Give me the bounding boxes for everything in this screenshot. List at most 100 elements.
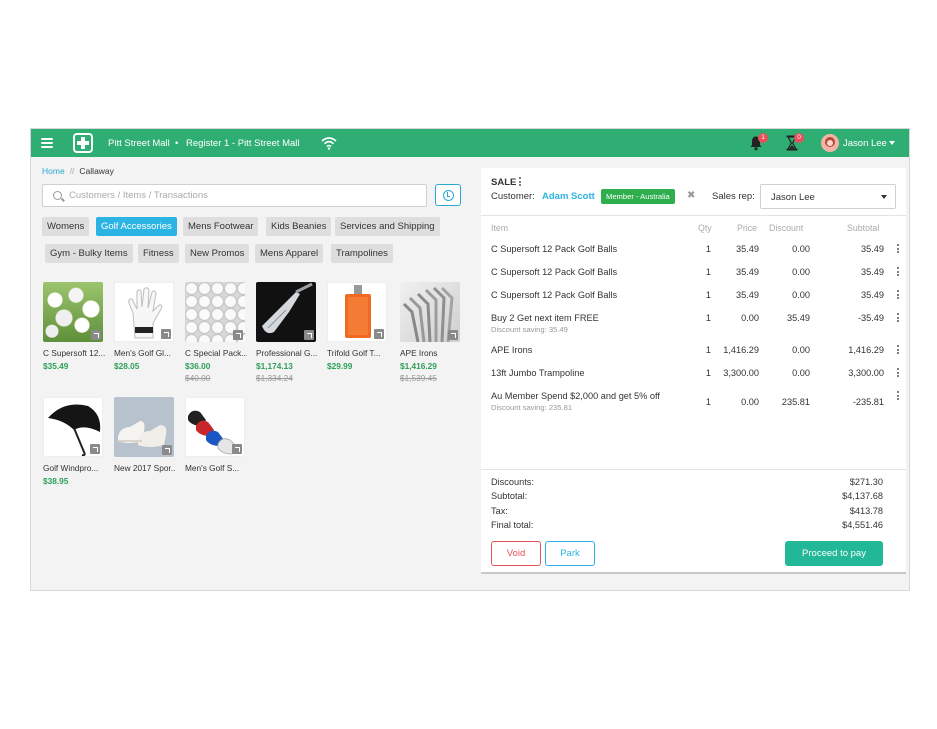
category-golf-accessories[interactable]: Golf Accessories xyxy=(96,217,177,236)
line-item-qty[interactable]: 1 xyxy=(677,313,711,323)
expand-icon[interactable] xyxy=(91,330,101,340)
column-header-price: Price xyxy=(737,223,758,233)
category-new-promos[interactable]: New Promos xyxy=(185,244,250,263)
line-item-name: C Supersoft 12 Pack Golf Balls xyxy=(491,244,618,254)
avatar[interactable] xyxy=(821,134,839,152)
product-old-price: $40.00 xyxy=(185,373,211,383)
line-item-price[interactable]: 0.00 xyxy=(717,397,759,407)
category-womens[interactable]: Womens xyxy=(42,217,90,236)
line-more-icon[interactable] xyxy=(897,313,900,324)
line-item-price[interactable]: 35.49 xyxy=(717,244,759,254)
product-card[interactable]: Golf Windpro... $38.95 xyxy=(43,397,105,486)
void-button[interactable]: Void xyxy=(491,541,541,566)
proceed-to-pay-button[interactable]: Proceed to pay xyxy=(785,541,883,566)
line-item-qty[interactable]: 1 xyxy=(677,397,711,407)
line-item-qty[interactable]: 1 xyxy=(677,290,711,300)
category-gym-bulky-items[interactable]: Gym - Bulky Items xyxy=(45,244,133,263)
breadcrumb-separator: // xyxy=(69,166,75,176)
store-name[interactable]: Pitt Street Mall xyxy=(108,138,170,149)
expand-icon[interactable] xyxy=(374,329,384,339)
expand-icon[interactable] xyxy=(161,329,171,339)
line-item-subtotal: -235.81 xyxy=(852,397,884,407)
divider xyxy=(481,215,906,216)
chevron-down-icon[interactable] xyxy=(889,141,895,145)
category-mens-apparel[interactable]: Mens Apparel xyxy=(255,244,324,263)
history-button[interactable] xyxy=(435,184,461,206)
totals-subtotal: Subtotal: $4,137.68 xyxy=(491,491,883,501)
product-image-golf-towel xyxy=(327,282,387,342)
line-more-icon[interactable] xyxy=(897,345,900,356)
line-item-price[interactable]: 35.49 xyxy=(717,290,759,300)
line-item-name-block: Buy 2 Get next item FREE Discount saving… xyxy=(491,313,671,335)
line-item-discount[interactable]: 235.81 xyxy=(766,397,810,407)
line-item-qty[interactable]: 1 xyxy=(677,267,711,277)
sale-panel: SALE Customer: Adam Scott Member - Austr… xyxy=(481,168,906,574)
customer-label: Customer: xyxy=(491,191,535,202)
product-card[interactable]: New 2017 Spor... xyxy=(114,397,176,473)
expand-icon[interactable] xyxy=(233,330,243,340)
line-item-name: C Supersoft 12 Pack Golf Balls xyxy=(491,267,618,277)
line-item-discount[interactable]: 35.49 xyxy=(766,313,810,323)
expand-icon[interactable] xyxy=(304,330,314,340)
register-name[interactable]: Register 1 - Pitt Street Mall xyxy=(186,138,300,149)
product-card[interactable]: APE Irons $1,416.29 $1,539.45 xyxy=(400,282,462,383)
line-item-name-block: Au Member Spend $2,000 and get 5% off Di… xyxy=(491,391,666,413)
customer-name[interactable]: Adam Scott xyxy=(542,191,595,202)
line-item-discount[interactable]: 0.00 xyxy=(766,345,810,355)
line-item-qty[interactable]: 1 xyxy=(677,368,711,378)
line-item-discount[interactable]: 0.00 xyxy=(766,267,810,277)
category-fitness[interactable]: Fitness xyxy=(138,244,179,263)
line-item-price[interactable]: 1,416.29 xyxy=(717,345,759,355)
expand-icon[interactable] xyxy=(90,444,100,454)
product-card[interactable]: Men's Golf Gl... $28.05 xyxy=(114,282,176,371)
category-services-shipping[interactable]: Services and Shipping xyxy=(335,217,440,236)
line-item-price[interactable]: 3,300.00 xyxy=(717,368,759,378)
product-name: Men's Golf Gl... xyxy=(114,348,171,358)
line-more-icon[interactable] xyxy=(897,391,900,402)
menu-icon[interactable] xyxy=(41,138,53,148)
search-input[interactable] xyxy=(69,187,409,204)
line-item-discount[interactable]: 0.00 xyxy=(766,368,810,378)
totals-discounts: Discounts: $271.30 xyxy=(491,477,883,487)
totals-final: Final total: $4,551.46 xyxy=(491,520,883,530)
pending-badge: 0 xyxy=(794,133,804,143)
final-total-value: $4,551.46 xyxy=(842,520,883,530)
sales-rep-select[interactable]: Jason Lee xyxy=(760,184,896,209)
product-card[interactable]: Trifold Golf T... $29.99 xyxy=(327,282,389,371)
product-price: $1,174.13 xyxy=(256,361,293,371)
line-more-icon[interactable] xyxy=(897,267,900,278)
product-old-price: $1,539.45 xyxy=(400,373,437,383)
park-button[interactable]: Park xyxy=(545,541,595,566)
sale-more-icon[interactable] xyxy=(519,177,522,187)
expand-icon[interactable] xyxy=(162,445,172,455)
product-card[interactable]: Professional G... $1,174.13 $1,334.24 xyxy=(256,282,318,383)
line-item-qty[interactable]: 1 xyxy=(677,244,711,254)
product-image-golf-balls xyxy=(43,282,103,342)
line-more-icon[interactable] xyxy=(897,368,900,379)
expand-icon[interactable] xyxy=(232,444,242,454)
app-logo-icon[interactable] xyxy=(73,133,93,153)
product-price: $1,416.29 xyxy=(400,361,437,371)
category-trampolines[interactable]: Trampolines xyxy=(331,244,393,263)
category-mens-footwear[interactable]: Mens Footwear xyxy=(183,217,259,236)
remove-customer-icon[interactable]: ✖ xyxy=(687,190,695,201)
line-more-icon[interactable] xyxy=(897,244,900,255)
expand-icon[interactable] xyxy=(448,330,458,340)
discounts-label: Discounts: xyxy=(491,477,534,487)
subtotal-label: Subtotal: xyxy=(491,491,528,501)
line-item-discount[interactable]: 0.00 xyxy=(766,290,810,300)
search-icon xyxy=(53,191,62,200)
line-item-price[interactable]: 35.49 xyxy=(717,267,759,277)
line-item-name: Au Member Spend $2,000 and get 5% off xyxy=(491,391,660,401)
line-item-qty[interactable]: 1 xyxy=(677,345,711,355)
line-item-discount[interactable]: 0.00 xyxy=(766,244,810,254)
user-name[interactable]: Jason Lee xyxy=(843,138,887,149)
product-card[interactable]: Men's Golf S... xyxy=(185,397,247,473)
line-item-price[interactable]: 0.00 xyxy=(717,313,759,323)
product-image-golf-ball-pile xyxy=(185,282,245,342)
category-kids-beanies[interactable]: Kids Beanies xyxy=(266,217,332,236)
breadcrumb-home[interactable]: Home xyxy=(42,166,65,176)
line-more-icon[interactable] xyxy=(897,290,900,301)
product-card[interactable]: C Special Pack... $36.00 $40.00 xyxy=(185,282,247,383)
product-card[interactable]: C Supersoft 12... $35.49 xyxy=(43,282,105,371)
